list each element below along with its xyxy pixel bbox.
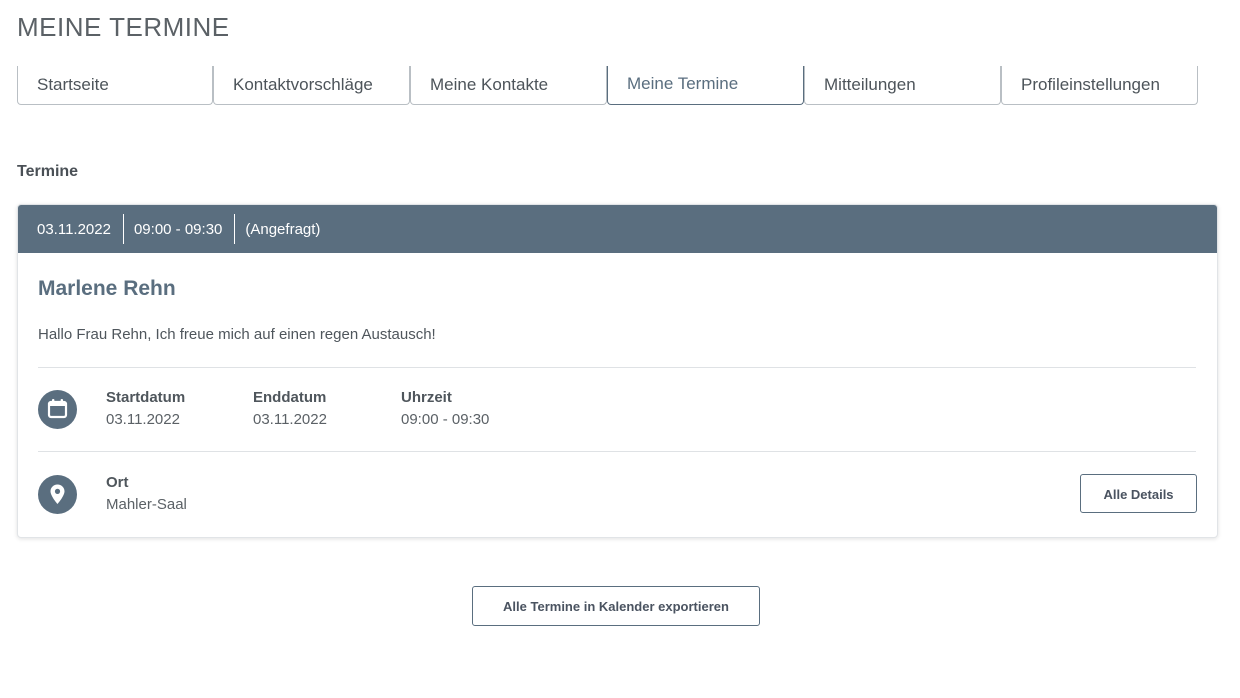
details-button[interactable]: Alle Details	[1080, 474, 1197, 513]
header-divider	[234, 214, 236, 244]
appointment-date: 03.11.2022	[37, 220, 111, 238]
tab-meine-termine[interactable]: Meine Termine	[607, 66, 804, 105]
start-date-label: Startdatum	[106, 389, 186, 406]
tab-mitteilungen[interactable]: Mitteilungen	[804, 66, 1001, 105]
appointment-time: 09:00 - 09:30	[133, 220, 223, 238]
time-block: Uhrzeit 09:00 - 09:30	[401, 388, 489, 430]
appointment-card: 03.11.2022 09:00 - 09:30 (Angefragt) Mar…	[17, 204, 1218, 538]
start-date-value: 03.11.2022	[106, 411, 180, 428]
tab-profileinstellungen[interactable]: Profileinstellungen	[1001, 66, 1198, 105]
calendar-icon	[38, 390, 77, 429]
appointment-header: 03.11.2022 09:00 - 09:30 (Angefragt)	[18, 205, 1217, 253]
time-value: 09:00 - 09:30	[401, 411, 490, 428]
header-divider	[122, 214, 124, 244]
export-calendar-button[interactable]: Alle Termine in Kalender exportieren	[472, 586, 760, 626]
tab-meine-kontakte[interactable]: Meine Kontakte	[410, 66, 607, 105]
end-date-value: 03.11.2022	[253, 411, 327, 428]
end-date-label: Enddatum	[253, 389, 327, 406]
contact-name: Marlene Rehn	[38, 277, 176, 300]
tab-kontaktvorschlaege[interactable]: Kontaktvorschläge	[213, 66, 410, 105]
location-block: Ort Mahler-Saal	[106, 473, 187, 515]
appointment-message: Hallo Frau Rehn, Ich freue mich auf eine…	[38, 326, 436, 343]
time-label: Uhrzeit	[401, 389, 452, 406]
page-title: MEINE TERMINE	[17, 12, 230, 42]
location-value: Mahler-Saal	[106, 496, 187, 513]
divider	[38, 367, 1196, 368]
location-pin-icon	[38, 475, 77, 514]
location-label: Ort	[106, 474, 129, 491]
tab-startseite[interactable]: Startseite	[17, 66, 213, 105]
tab-bar: Startseite Kontaktvorschläge Meine Konta…	[17, 66, 1198, 105]
divider	[38, 451, 1196, 452]
appointment-status: (Angefragt)	[245, 220, 321, 238]
section-heading: Termine	[17, 163, 79, 180]
start-date-block: Startdatum 03.11.2022	[106, 388, 185, 430]
end-date-block: Enddatum 03.11.2022	[253, 388, 327, 430]
